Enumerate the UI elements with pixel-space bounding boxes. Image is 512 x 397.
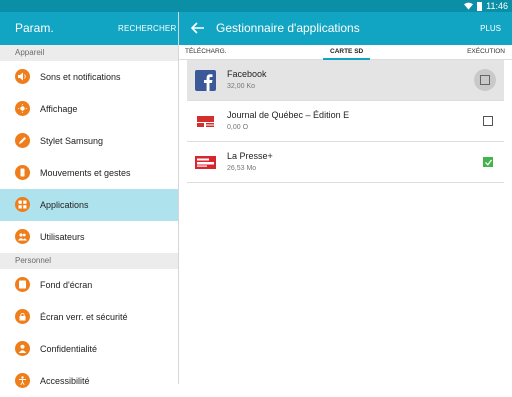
sidebar-item-motions[interactable]: Mouvements et gestes	[0, 157, 178, 189]
settings-title: Param.	[15, 21, 54, 35]
speaker-icon	[15, 69, 30, 84]
sidebar-item-label: Fond d'écran	[40, 280, 93, 290]
page-title: Gestionnaire d'applications	[216, 21, 360, 35]
more-button[interactable]: PLUS	[480, 12, 501, 45]
battery-icon	[477, 1, 483, 11]
sidebar-item-sounds[interactable]: Sons et notifications	[0, 61, 178, 93]
section-header-personal: Personnel	[0, 253, 178, 269]
wifi-icon	[464, 2, 474, 10]
checkbox-box	[480, 75, 490, 85]
section-header-device: Appareil	[0, 45, 178, 61]
sidebar-item-label: Utilisateurs	[40, 232, 85, 242]
app-toolbar: Param. RECHERCHER Gestionnaire d'applica…	[0, 12, 512, 45]
app-checkbox-la-presse[interactable]	[483, 157, 493, 167]
search-button[interactable]: RECHERCHER	[118, 12, 176, 45]
panel-divider	[178, 12, 179, 384]
sidebar-item-wallpaper[interactable]: Fond d'écran	[0, 269, 178, 301]
tab-running[interactable]: EXÉCUTION	[467, 45, 505, 59]
privacy-icon	[15, 341, 30, 356]
sidebar-item-applications[interactable]: Applications	[0, 189, 178, 221]
tab-downloaded[interactable]: TÉLÉCHARG.	[185, 45, 227, 59]
gesture-icon	[15, 165, 30, 180]
sidebar-item-label: Applications	[40, 200, 89, 210]
sidebar-item-accessibility[interactable]: Accessibilité	[0, 365, 178, 397]
sidebar-item-label: Écran verr. et sécurité	[40, 312, 128, 322]
app-row-facebook[interactable]: Facebook 32,00 Ko	[187, 60, 504, 101]
wallpaper-icon	[15, 277, 30, 292]
accessibility-icon	[15, 373, 30, 388]
status-icons: 11:46	[464, 0, 508, 12]
la-presse-icon	[195, 156, 216, 169]
app-size: 32,00 Ko	[227, 83, 256, 90]
app-row-la-presse[interactable]: La Presse+ 26,53 Mo	[187, 142, 504, 183]
display-icon	[15, 101, 30, 116]
app-checkbox-facebook[interactable]	[474, 69, 496, 91]
sidebar-item-label: Mouvements et gestes	[40, 168, 131, 178]
sidebar-item-privacy[interactable]: Confidentialité	[0, 333, 178, 365]
sidebar-item-label: Affichage	[40, 104, 78, 114]
sidebar-item-label: Stylet Samsung	[40, 136, 104, 146]
status-bar: 11:46	[0, 0, 512, 12]
checkmark-icon	[485, 159, 492, 166]
sidebar-item-users[interactable]: Utilisateurs	[0, 221, 178, 253]
app-row-journal-quebec[interactable]: Journal de Québec – Édition E 0,00 O	[187, 101, 504, 142]
apps-grid-icon	[15, 197, 30, 212]
journal-quebec-icon	[195, 114, 216, 129]
pen-icon	[15, 133, 30, 148]
facebook-icon	[195, 70, 216, 91]
app-checkbox-journal-quebec[interactable]	[483, 116, 493, 126]
app-name: Facebook	[227, 69, 267, 79]
tab-sd-card[interactable]: CARTE SD	[330, 45, 363, 59]
app-name: La Presse+	[227, 151, 273, 161]
sidebar-item-label: Confidentialité	[40, 344, 98, 354]
lock-icon	[15, 309, 30, 324]
users-icon	[15, 229, 30, 244]
settings-sidebar: Appareil Sons et notifications Affichage…	[0, 45, 178, 388]
app-size: 26,53 Mo	[227, 165, 257, 172]
status-time: 11:46	[486, 1, 508, 11]
sidebar-item-label: Sons et notifications	[40, 72, 121, 82]
sidebar-item-pen[interactable]: Stylet Samsung	[0, 125, 178, 157]
sidebar-item-display[interactable]: Affichage	[0, 93, 178, 125]
app-name: Journal de Québec – Édition E	[227, 110, 350, 120]
back-arrow-icon[interactable]	[191, 21, 205, 35]
sidebar-item-lockscreen[interactable]: Écran verr. et sécurité	[0, 301, 178, 333]
sidebar-item-label: Accessibilité	[40, 376, 90, 386]
app-size: 0,00 O	[227, 124, 249, 131]
